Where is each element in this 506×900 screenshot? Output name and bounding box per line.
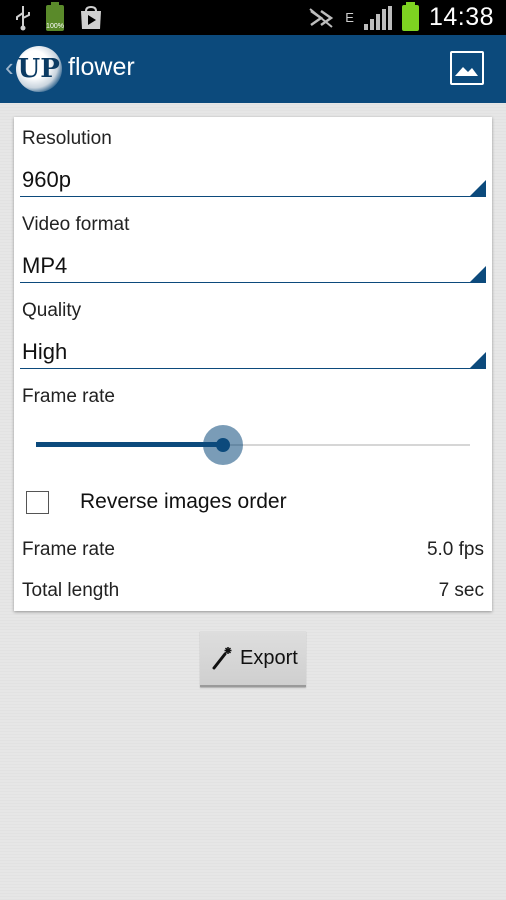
usb-icon (16, 5, 30, 30)
frame-rate-summary-label: Frame rate (22, 539, 115, 560)
video-format-spinner[interactable]: MP4 (20, 253, 486, 283)
chevron-left-icon: ‹ (5, 51, 14, 82)
export-settings-card: Resolution 960p Video format MP4 Quality… (14, 117, 492, 611)
total-length-label: Total length (22, 580, 120, 601)
video-format-label: Video format (22, 214, 130, 235)
app-logo-text: UP (17, 54, 60, 84)
slider-fill (36, 442, 223, 447)
signal-icon (363, 5, 392, 30)
quality-label: Quality (22, 300, 82, 321)
action-bar: ‹ UP flower (0, 35, 506, 103)
status-bar-right: E 14:38 (307, 1, 494, 32)
network-type-icon: E (345, 9, 354, 25)
total-length-row: Total length 7 sec (22, 580, 484, 602)
spinner-arrow-icon (470, 352, 486, 368)
image-icon (455, 67, 478, 76)
resolution-label: Resolution (22, 128, 112, 149)
app-logo: UP (15, 46, 62, 92)
quality-spinner[interactable]: High (20, 339, 486, 369)
export-button[interactable]: Export (200, 631, 306, 687)
frame-rate-slider[interactable] (36, 425, 470, 465)
frame-rate-summary-value: 5.0 fps (426, 539, 484, 560)
play-store-icon (81, 5, 101, 29)
resolution-spinner[interactable]: 960p (20, 167, 486, 197)
status-bar: 100% E 14:38 (0, 0, 506, 35)
export-button-label: Export (240, 646, 298, 669)
nfc-muted-icon (309, 7, 334, 28)
video-format-value: MP4 (22, 253, 68, 278)
battery-icon: 100% (46, 1, 64, 31)
spinner-arrow-icon (470, 266, 486, 282)
reverse-order-checkbox[interactable] (26, 490, 49, 514)
clock: 14:38 (428, 3, 494, 31)
status-bar-left: 100% (14, 1, 104, 31)
quality-value: High (22, 339, 68, 364)
reverse-order-label: Reverse images order (80, 490, 287, 513)
frame-rate-summary-row: Frame rate 5.0 fps (22, 539, 484, 561)
slider-thumb[interactable] (216, 438, 230, 452)
resolution-value: 960p (22, 167, 71, 192)
page-title: flower (68, 53, 135, 81)
frame-rate-slider-label: Frame rate (22, 386, 115, 407)
reverse-order-row[interactable]: Reverse images order (26, 487, 287, 517)
gallery-button[interactable] (450, 51, 484, 85)
magic-wand-icon (212, 647, 232, 670)
total-length-value: 7 sec (438, 580, 484, 601)
battery-icon (401, 1, 419, 31)
battery-percent: 100% (46, 22, 64, 30)
spinner-arrow-icon (470, 180, 486, 196)
